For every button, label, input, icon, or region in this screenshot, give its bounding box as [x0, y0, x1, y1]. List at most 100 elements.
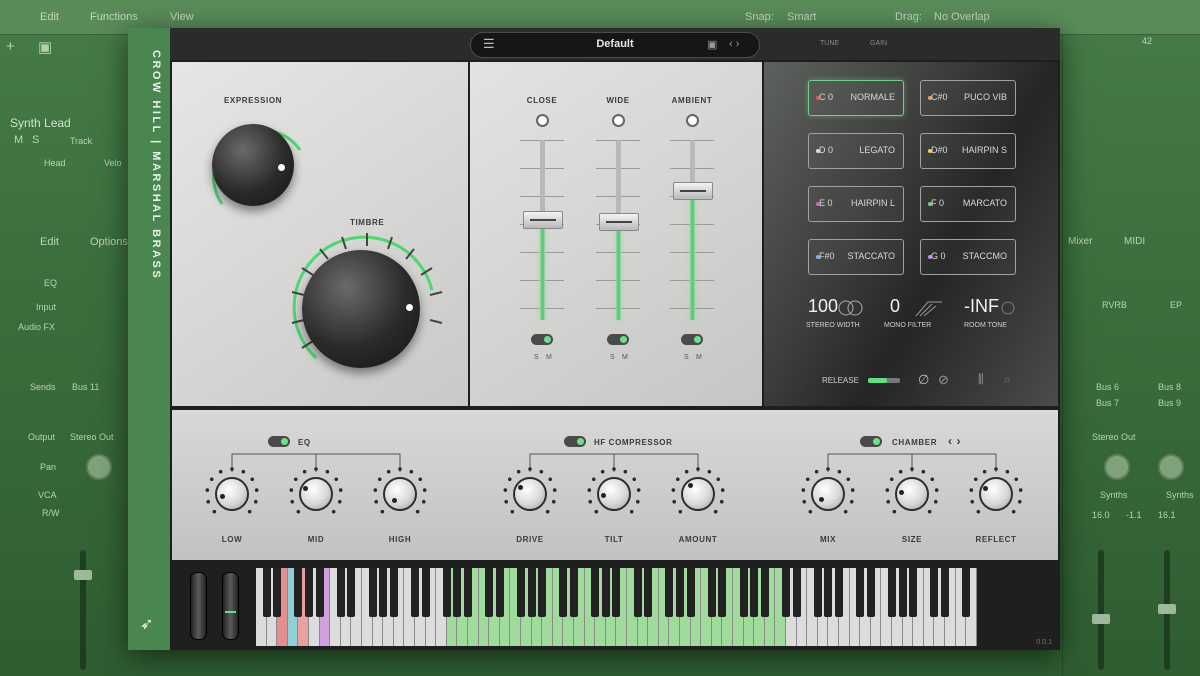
inspector-edit[interactable]: Edit: [40, 236, 59, 248]
pan-knob[interactable]: [86, 454, 112, 480]
send-bus[interactable]: Bus 11: [72, 382, 99, 392]
mic-wide-led[interactable]: [612, 114, 625, 127]
right-pan-knob-2[interactable]: [1158, 454, 1184, 480]
mic-wide-solo[interactable]: S: [610, 354, 615, 361]
output-value[interactable]: Stereo Out: [70, 432, 114, 442]
mic-ambient-solo-toggle[interactable]: [681, 334, 703, 345]
articulation-hairpin-s[interactable]: D#0 HAIRPIN S: [920, 133, 1016, 169]
black-key[interactable]: [389, 568, 398, 617]
bus8-label[interactable]: Bus 8: [1158, 382, 1181, 392]
release-mode-icon[interactable]: ⊘: [938, 372, 949, 388]
mic-ambient-led[interactable]: [686, 114, 699, 127]
bus6-label[interactable]: Bus 6: [1096, 382, 1119, 392]
timbre-knob[interactable]: [302, 250, 420, 368]
black-key[interactable]: [315, 568, 324, 617]
black-key[interactable]: [570, 568, 578, 617]
black-key[interactable]: [559, 568, 568, 617]
black-key[interactable]: [464, 568, 472, 617]
black-key[interactable]: [495, 568, 504, 617]
mic-close-led[interactable]: [536, 114, 549, 127]
articulation-staccmo[interactable]: G 0 STACCMO: [920, 239, 1016, 275]
nav-arrows-icon[interactable]: ‹ ›: [729, 38, 739, 50]
gain-label[interactable]: GAIN: [870, 40, 887, 47]
black-key[interactable]: [898, 568, 907, 617]
black-key[interactable]: [485, 568, 494, 617]
low-knob[interactable]: [215, 477, 249, 511]
amount-knob[interactable]: [681, 477, 715, 511]
black-key[interactable]: [411, 568, 419, 617]
black-key[interactable]: [782, 568, 790, 617]
tilt-knob[interactable]: [597, 477, 631, 511]
black-key[interactable]: [941, 568, 949, 617]
save-icon[interactable]: ▣: [707, 38, 717, 51]
size-knob[interactable]: [895, 477, 929, 511]
mic-wide-fader-cap[interactable]: [599, 213, 639, 231]
black-key[interactable]: [527, 568, 536, 617]
black-key[interactable]: [538, 568, 547, 617]
mic-close-fader[interactable]: [540, 140, 545, 320]
tune-label[interactable]: TUNE: [820, 40, 839, 47]
high-knob[interactable]: [383, 477, 417, 511]
mic-ambient-solo[interactable]: S: [684, 354, 689, 361]
black-key[interactable]: [612, 568, 621, 617]
drag-value[interactable]: No Overlap: [934, 11, 990, 23]
track-button[interactable]: Track: [70, 136, 92, 146]
chamber-nav-arrows[interactable]: ‹ ›: [948, 434, 961, 448]
mic-close-solo[interactable]: S: [534, 354, 539, 361]
black-key[interactable]: [835, 568, 843, 617]
black-key[interactable]: [305, 568, 313, 617]
black-key[interactable]: [676, 568, 684, 617]
black-key[interactable]: [379, 568, 388, 617]
snap-value[interactable]: Smart: [787, 11, 816, 23]
mod-wheel[interactable]: [222, 572, 239, 640]
mic-ambient-fader[interactable]: [690, 140, 695, 320]
room-tone-value[interactable]: -INF: [964, 296, 999, 317]
black-key[interactable]: [909, 568, 918, 617]
right-output[interactable]: Stereo Out: [1092, 432, 1136, 442]
black-key[interactable]: [962, 568, 971, 617]
mono-filter-value[interactable]: 0: [890, 296, 900, 317]
black-key[interactable]: [591, 568, 600, 617]
black-key[interactable]: [707, 568, 716, 617]
mute-button[interactable]: M: [14, 134, 23, 146]
black-key[interactable]: [347, 568, 356, 617]
mid-knob[interactable]: [299, 477, 333, 511]
black-key[interactable]: [739, 568, 748, 617]
articulation-marcato[interactable]: F 0 MARCATO: [920, 186, 1016, 222]
black-key[interactable]: [644, 568, 653, 617]
black-key[interactable]: [665, 568, 674, 617]
mixer-tab[interactable]: Mixer: [1068, 236, 1092, 247]
pitch-wheel[interactable]: [190, 572, 207, 640]
bypass-icon[interactable]: ∅: [918, 372, 929, 388]
black-key[interactable]: [718, 568, 727, 617]
daw-fader-left[interactable]: [80, 550, 86, 670]
daw-fader-right-1[interactable]: [1098, 550, 1104, 670]
eq-toggle[interactable]: [268, 436, 290, 447]
articulation-staccato[interactable]: F#0 STACCATO: [808, 239, 904, 275]
black-key[interactable]: [888, 568, 896, 617]
black-key[interactable]: [442, 568, 451, 617]
black-key[interactable]: [273, 568, 282, 617]
midi-tab[interactable]: MIDI: [1124, 236, 1145, 247]
preset-selector[interactable]: ☰ Default ▣ ‹ ›: [470, 32, 760, 58]
head-button[interactable]: Head: [44, 158, 66, 168]
daw-fader-right-1-cap[interactable]: [1092, 614, 1110, 624]
black-key[interactable]: [517, 568, 525, 617]
mix-knob[interactable]: [811, 477, 845, 511]
black-key[interactable]: [336, 568, 345, 617]
articulation-hairpin-l[interactable]: E 0 HAIRPIN L: [808, 186, 904, 222]
bus7-label[interactable]: Bus 7: [1096, 398, 1119, 408]
black-key[interactable]: [760, 568, 769, 617]
black-key[interactable]: [866, 568, 875, 617]
mic-ambient-mute[interactable]: M: [696, 354, 702, 361]
black-key[interactable]: [262, 568, 271, 617]
black-key[interactable]: [368, 568, 377, 617]
reflect-knob[interactable]: [979, 477, 1013, 511]
mic-close-solo-toggle[interactable]: [531, 334, 553, 345]
velo-button[interactable]: Velo: [104, 158, 122, 168]
black-key[interactable]: [686, 568, 695, 617]
drive-knob[interactable]: [513, 477, 547, 511]
stereo-width-value[interactable]: 100: [808, 296, 838, 317]
daw-fader-left-cap[interactable]: [74, 570, 92, 580]
mic-wide-solo-toggle[interactable]: [607, 334, 629, 345]
